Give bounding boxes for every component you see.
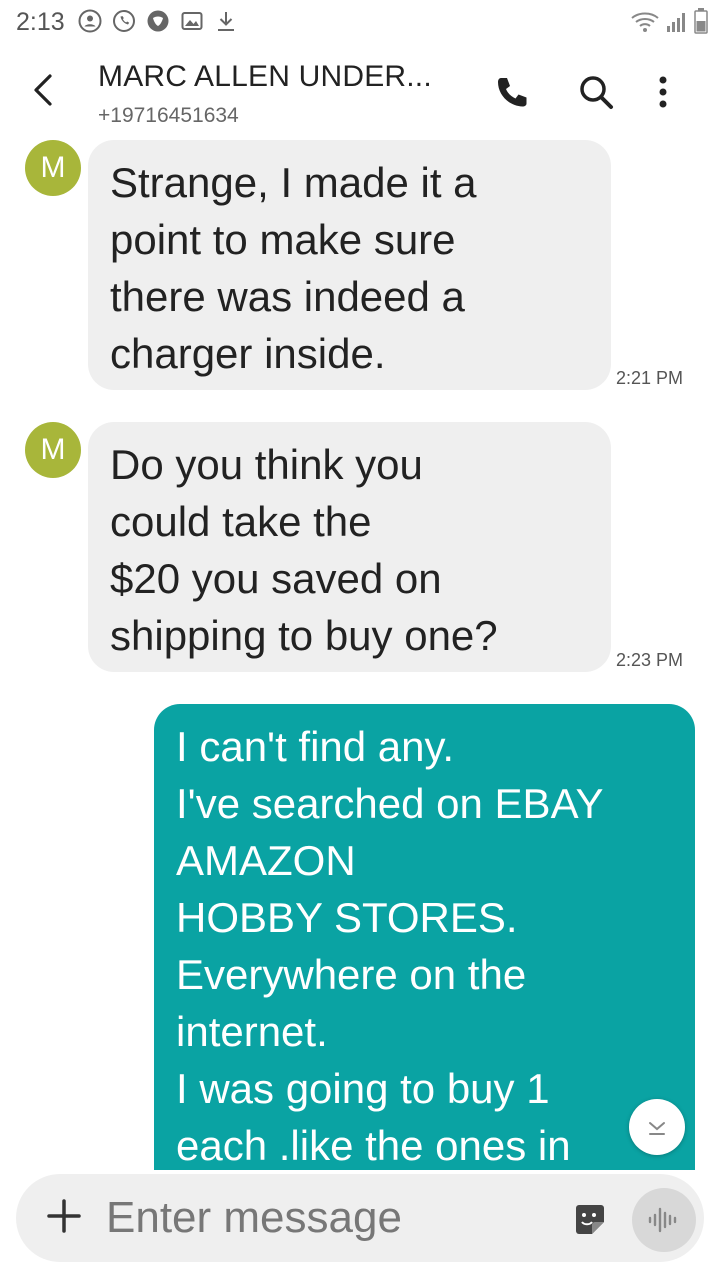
message-line: I've searched on EBAY	[176, 780, 604, 827]
message-composer	[16, 1174, 704, 1262]
message-line: AMAZON	[176, 837, 356, 884]
incoming-message-bubble[interactable]: Do you think you could take the $20 you …	[88, 422, 611, 672]
contact-name[interactable]: MARC ALLEN UNDER...	[98, 60, 432, 94]
scroll-to-bottom-button[interactable]	[629, 1099, 685, 1155]
whatsapp-icon	[113, 10, 135, 32]
message-line: each .like the ones in	[176, 1122, 571, 1169]
message-line: there was indeed a	[110, 273, 465, 320]
message-line: Everywhere on the	[176, 951, 527, 998]
contact-icon	[78, 9, 102, 33]
shield-icon	[147, 10, 169, 32]
message-line: I can't find any.	[176, 723, 455, 770]
chevron-down-icon	[649, 1122, 665, 1135]
message-line: Do you think you	[110, 441, 423, 488]
phone-icon[interactable]	[492, 72, 532, 112]
signal-icon	[667, 13, 685, 32]
plus-icon[interactable]	[44, 1196, 84, 1236]
voice-icon	[648, 1207, 677, 1233]
message-line: I was going to buy 1	[176, 1065, 550, 1112]
system-icons	[630, 8, 708, 34]
incoming-message-bubble[interactable]: Strange, I made it a point to make sure …	[88, 140, 611, 390]
search-icon[interactable]	[576, 72, 616, 112]
message-timestamp: 2:23 PM	[616, 650, 684, 670]
voice-record-button[interactable]	[632, 1188, 696, 1252]
outgoing-message-bubble[interactable]: I can't find any. I've searched on EBAY …	[154, 704, 695, 1170]
message-line: point to make sure	[110, 216, 456, 263]
message-line: charger inside.	[110, 330, 386, 377]
wifi-icon	[631, 12, 659, 32]
more-vertical-icon[interactable]	[648, 72, 678, 112]
message-line: could take the	[110, 498, 372, 545]
sticker-icon[interactable]	[572, 1202, 608, 1238]
message-line: HOBBY STORES.	[176, 894, 518, 941]
battery-icon	[694, 8, 708, 34]
avatar[interactable]: M	[25, 422, 81, 478]
conversation-header: MARC ALLEN UNDER... +19716451634	[0, 46, 720, 138]
message-input[interactable]	[106, 1190, 546, 1246]
download-icon	[218, 12, 234, 31]
message-line: internet.	[176, 1008, 328, 1055]
message-timestamp: 2:21 PM	[616, 368, 684, 388]
gallery-icon	[181, 12, 203, 30]
contact-number: +19716451634	[98, 104, 239, 127]
message-line: Strange, I made it a	[110, 159, 477, 206]
message-line: shipping to buy one?	[110, 612, 498, 659]
message-line: $20 you saved on	[110, 555, 442, 602]
status-bar: 2:13	[0, 0, 720, 46]
back-icon[interactable]	[22, 68, 66, 112]
avatar[interactable]: M	[25, 140, 81, 196]
status-time: 2:13	[16, 8, 65, 36]
notification-icons	[78, 9, 238, 33]
